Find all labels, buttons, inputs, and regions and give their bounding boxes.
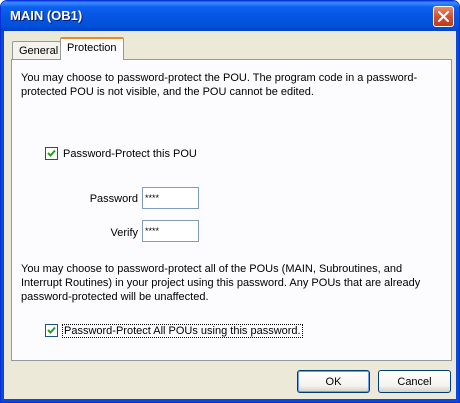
verify-field[interactable]	[142, 220, 199, 242]
verify-label: Verify	[110, 227, 138, 239]
protect-pou-label[interactable]: Password-Protect this POU	[63, 148, 197, 160]
cancel-button-label: Cancel	[397, 375, 432, 388]
close-button[interactable]	[433, 6, 454, 27]
protect-all-option[interactable]: Password-Protect All POUs using this pas…	[45, 323, 303, 338]
close-icon	[438, 11, 449, 22]
tab-general[interactable]: General	[12, 41, 61, 59]
protect-all-checkbox[interactable]	[45, 324, 58, 337]
checkmark-icon	[47, 326, 56, 334]
checkmark-icon	[47, 149, 56, 157]
window-frame-left	[1, 31, 4, 402]
tab-protection-label: Protection	[67, 42, 117, 54]
all-pous-text: You may choose to password-protect all o…	[21, 263, 421, 303]
cancel-button[interactable]: Cancel	[378, 370, 451, 393]
title-bar[interactable]: MAIN (OB1)	[1, 1, 459, 31]
protect-all-label[interactable]: Password-Protect All POUs using this pas…	[62, 323, 303, 338]
tab-general-label: General	[19, 45, 59, 57]
protection-panel: You may choose to password-protect the P…	[11, 59, 452, 361]
window-frame-bottom	[1, 399, 459, 402]
tab-protection[interactable]: Protection	[60, 37, 124, 60]
password-label: Password	[89, 193, 138, 205]
protect-pou-option[interactable]: Password-Protect this POU	[45, 147, 197, 160]
window-title: MAIN (OB1)	[10, 8, 83, 23]
window-frame-right	[456, 31, 459, 402]
password-field[interactable]	[142, 187, 199, 209]
intro-text: You may choose to password-protect the P…	[21, 72, 418, 98]
ok-button-label: OK	[325, 375, 342, 388]
ok-button[interactable]: OK	[297, 370, 370, 393]
dialog-window: MAIN (OB1) General Protection You may ch…	[0, 0, 460, 403]
protect-pou-checkbox[interactable]	[45, 147, 58, 160]
